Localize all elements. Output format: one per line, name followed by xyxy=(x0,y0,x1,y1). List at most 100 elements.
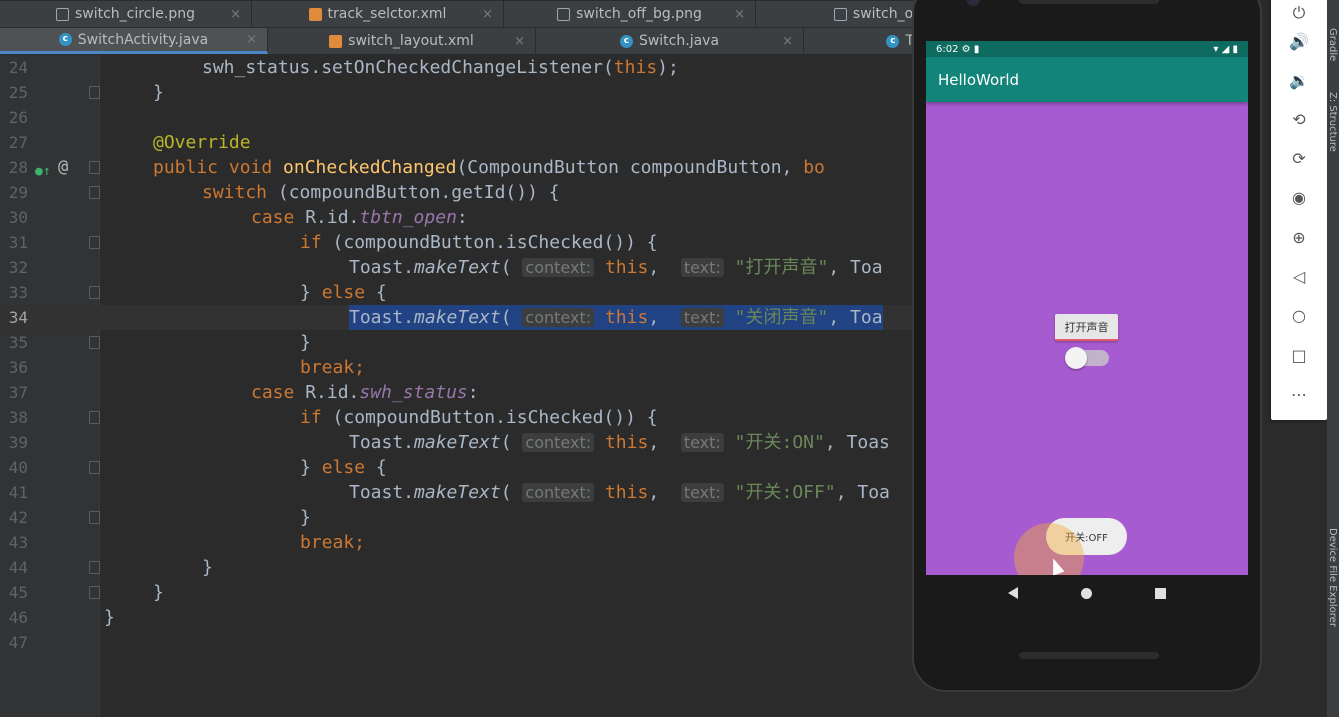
camera-icon[interactable]: ◉ xyxy=(1288,187,1310,209)
code-text: Toast. xyxy=(349,307,415,328)
status-switch[interactable] xyxy=(1065,347,1109,369)
tab-track-selctor-xml[interactable]: track_selctor.xml × xyxy=(252,1,504,27)
code-field: swh_status xyxy=(359,382,468,403)
code-line[interactable]: 44} xyxy=(0,555,912,580)
code-text: R.id. xyxy=(305,382,360,403)
tab-switch-java[interactable]: c Switch.java × xyxy=(536,28,804,54)
fold-marker-icon[interactable] xyxy=(89,561,100,574)
tab-switch-on[interactable]: switch_on_ xyxy=(756,1,915,27)
code-line[interactable]: 30 case R.id.tbtn_open: xyxy=(0,205,912,230)
code-line[interactable]: 24 swh_status.setOnCheckedChangeListener(… xyxy=(0,55,912,80)
close-icon[interactable]: × xyxy=(482,7,493,22)
code-keyword: if xyxy=(300,407,333,428)
code-text: : xyxy=(467,382,479,403)
tab-switch-off-bg-png[interactable]: switch_off_bg.png × xyxy=(504,1,756,27)
volume-up-icon[interactable]: 🔊 xyxy=(1288,31,1310,53)
java-class-icon: c xyxy=(58,33,72,46)
nav-back-icon[interactable] xyxy=(1007,587,1018,599)
code-keyword: else xyxy=(321,282,366,303)
image-file-icon xyxy=(55,7,69,21)
device-file-explorer-tab[interactable]: Device File Explorer xyxy=(1327,528,1338,627)
tab-switch-layout-xml[interactable]: switch_layout.xml × xyxy=(268,28,536,54)
code-editor[interactable]: 24 swh_status.setOnCheckedChangeListener(… xyxy=(0,55,912,717)
more-icon[interactable]: ⋯ xyxy=(1288,384,1310,406)
code-text: Toast. xyxy=(349,482,415,503)
fold-marker-icon[interactable] xyxy=(89,586,100,599)
code-line[interactable]: 46} xyxy=(0,605,912,630)
code-line[interactable]: 43 break; xyxy=(0,530,912,555)
code-line[interactable]: 33} else { xyxy=(0,280,912,305)
overview-icon[interactable]: □ xyxy=(1288,345,1310,367)
line-number: 43 xyxy=(8,533,28,552)
nav-recents-icon[interactable] xyxy=(1155,587,1167,599)
code-text: , Toa xyxy=(828,257,883,278)
close-icon[interactable]: × xyxy=(734,7,745,22)
code-line[interactable]: 32 Toast.makeText( context: this, text: "… xyxy=(0,255,912,280)
android-status-bar: 6:02 ⚙ ▮ ▾ ◢ ▮ xyxy=(926,41,1248,57)
fold-marker-icon[interactable] xyxy=(89,461,100,474)
fold-marker-icon[interactable] xyxy=(89,186,100,199)
line-number: 36 xyxy=(8,358,28,377)
fold-marker-icon[interactable] xyxy=(89,86,100,99)
code-method: onCheckedChanged xyxy=(283,157,457,178)
code-text: (compoundButton.isChecked()) { xyxy=(332,407,658,428)
code-keyword: public void xyxy=(153,157,284,178)
device-screen[interactable]: 6:02 ⚙ ▮ ▾ ◢ ▮ HelloWorld 打开声音 开关:OFF xyxy=(926,41,1248,575)
tab-togglebutton-java[interactable]: cToggleButto xyxy=(804,28,915,54)
param-hint: context: xyxy=(522,308,595,327)
switch-thumb xyxy=(1065,347,1087,369)
line-number: 44 xyxy=(8,558,28,577)
fold-marker-icon[interactable] xyxy=(89,236,100,249)
code-line-current[interactable]: 34 Toast.makeText( context: this, text: "… xyxy=(0,305,912,330)
fold-marker-icon[interactable] xyxy=(89,336,100,349)
code-line[interactable]: 26 xyxy=(0,105,912,130)
code-line[interactable]: 25} xyxy=(0,80,912,105)
code-line[interactable]: 36 break; xyxy=(0,355,912,380)
at-marker-icon[interactable]: @ xyxy=(58,155,68,180)
close-icon[interactable]: × xyxy=(514,34,525,49)
code-line[interactable]: 39 Toast.makeText( context: this, text: "… xyxy=(0,430,912,455)
code-line[interactable]: 41 Toast.makeText( context: this, text: "… xyxy=(0,480,912,505)
close-icon[interactable]: × xyxy=(246,32,257,47)
param-hint: text: xyxy=(680,258,724,277)
structure-tab[interactable]: Z: Structure xyxy=(1327,92,1338,152)
code-line[interactable]: 38 if (compoundButton.isChecked()) { xyxy=(0,405,912,430)
fold-marker-icon[interactable] xyxy=(89,161,100,174)
code-line[interactable]: 27 @Override xyxy=(0,130,912,155)
back-icon[interactable]: ◁ xyxy=(1288,266,1310,288)
tab-label: switch_circle.png xyxy=(74,6,196,22)
fold-marker-icon[interactable] xyxy=(89,411,100,424)
line-number: 38 xyxy=(8,408,28,427)
tab-switch-circle-png[interactable]: switch_circle.png × xyxy=(0,1,252,27)
volume-down-icon[interactable]: 🔉 xyxy=(1288,70,1310,92)
code-line[interactable]: 40} else { xyxy=(0,455,912,480)
zoom-icon[interactable]: ⊕ xyxy=(1288,227,1310,249)
param-hint: context: xyxy=(522,483,595,502)
code-annotation: @Override xyxy=(153,132,251,153)
code-line[interactable]: 35} xyxy=(0,330,912,355)
code-line[interactable]: 31 if (compoundButton.isChecked()) { xyxy=(0,230,912,255)
rotate-right-icon[interactable]: ⟳ xyxy=(1288,148,1310,170)
home-icon[interactable]: ○ xyxy=(1288,305,1310,327)
line-number: 47 xyxy=(8,633,28,652)
code-line[interactable]: 47 xyxy=(0,630,912,655)
fold-marker-icon[interactable] xyxy=(89,511,100,524)
code-text: } xyxy=(104,607,115,628)
code-line[interactable]: 29 switch (compoundButton.getId()) { xyxy=(0,180,912,205)
rotate-left-icon[interactable]: ⟲ xyxy=(1288,109,1310,131)
tab-switchactivity-java[interactable]: c SwitchActivity.java × xyxy=(0,28,268,54)
close-icon[interactable]: × xyxy=(782,34,793,49)
code-line[interactable]: 42} xyxy=(0,505,912,530)
param-hint: context: xyxy=(522,433,595,452)
toggle-button-open-sound[interactable]: 打开声音 xyxy=(1055,314,1118,341)
line-number: 37 xyxy=(8,383,28,402)
code-line[interactable]: 28 ●↑ @ public void onCheckedChanged(Compou… xyxy=(0,155,912,180)
nav-home-icon[interactable] xyxy=(1080,587,1092,599)
code-line[interactable]: 37 case R.id.swh_status: xyxy=(0,380,912,405)
code-line[interactable]: 45} xyxy=(0,580,912,605)
line-number: 27 xyxy=(8,133,28,152)
gradle-tab[interactable]: Gradle xyxy=(1327,28,1338,61)
power-icon[interactable]: ⏻ xyxy=(1288,2,1310,24)
close-icon[interactable]: × xyxy=(230,7,241,22)
fold-marker-icon[interactable] xyxy=(89,286,100,299)
